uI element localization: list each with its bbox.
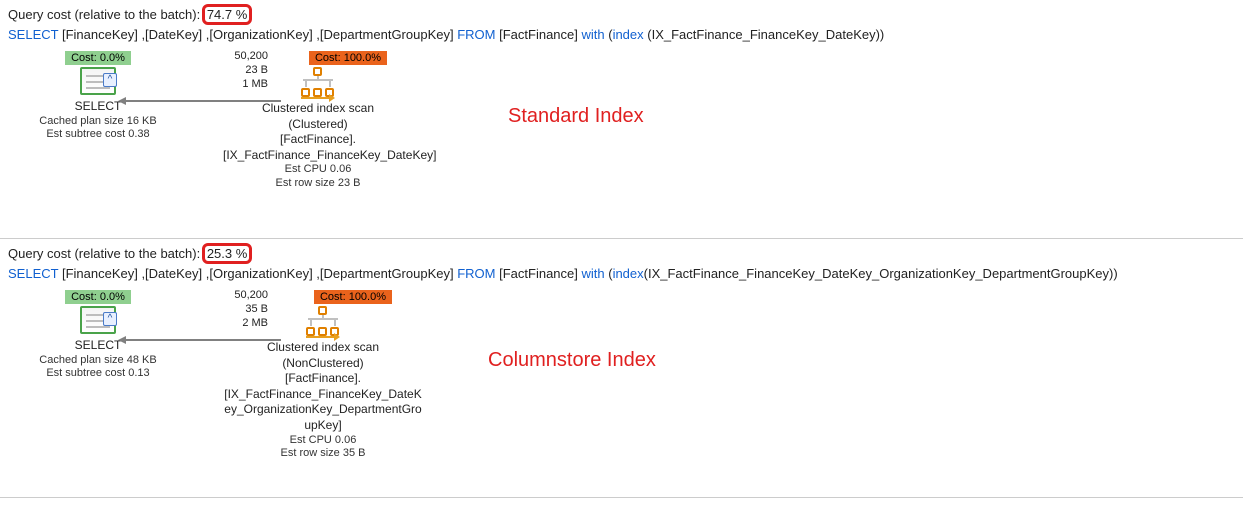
scan-caption-3: [FactFinance].: [223, 132, 413, 148]
collapse-toggle[interactable]: ^: [103, 73, 117, 87]
cached-plan-size: Cached plan size 48 KB: [38, 354, 158, 368]
sql-keyword-select: SELECT: [8, 27, 58, 42]
query-cost-value: 74.7 %: [207, 7, 247, 22]
operator-cost-pill: Cost: 0.0%: [65, 290, 131, 304]
scan-est-row-size: Est row size 35 B: [223, 447, 423, 461]
scan-caption-4: [IX_FactFinance_FinanceKey_DateKey]: [223, 148, 413, 164]
plan-diagram[interactable]: Cost: 0.0% SELECT Cached plan size 48 KB…: [8, 289, 1235, 489]
sql-keyword-select: SELECT: [8, 266, 58, 281]
sql-keyword-index: index: [613, 266, 644, 281]
query-cost-label: Query cost (relative to the batch):: [8, 7, 200, 22]
sql-table: [FactFinance]: [496, 27, 582, 42]
scan-caption-1: Clustered index scan: [223, 340, 423, 356]
est-subtree-cost: Est subtree cost 0.38: [38, 128, 158, 142]
query-cost-value: 25.3 %: [207, 246, 247, 261]
cached-plan-size: Cached plan size 16 KB: [38, 115, 158, 129]
collapse-toggle[interactable]: ^: [103, 312, 117, 326]
sql-statement: SELECT [FinanceKey] ,[DateKey] ,[Organiz…: [8, 266, 1235, 281]
scan-caption-2: (NonClustered): [223, 356, 423, 372]
operator-select[interactable]: Cost: 0.0% SELECT Cached plan size 16 KB…: [38, 50, 158, 142]
sql-columns: [FinanceKey] ,[DateKey] ,[OrganizationKe…: [58, 27, 457, 42]
index-scan-icon: [304, 306, 342, 336]
operator-select[interactable]: Cost: 0.0% SELECT Cached plan size 48 KB…: [38, 289, 158, 381]
sql-statement: SELECT [FinanceKey] ,[DateKey] ,[Organiz…: [8, 27, 1235, 42]
sql-keyword-from: FROM: [457, 266, 495, 281]
scan-est-cpu: Est CPU 0.06: [223, 163, 413, 177]
operator-cost-pill: Cost: 100.0%: [314, 290, 392, 304]
sql-keyword-from: FROM: [457, 27, 495, 42]
query-cost-highlight: 25.3 %: [202, 243, 252, 264]
scan-caption-1: Clustered index scan: [223, 101, 413, 117]
query-cost-line: Query cost (relative to the batch): 74.7…: [8, 4, 1235, 25]
annotation-label: Columnstore Index: [488, 349, 656, 372]
sql-keyword-with: with: [581, 27, 604, 42]
est-subtree-cost: Est subtree cost 0.13: [38, 367, 158, 381]
sql-index-hint: (IX_FactFinance_FinanceKey_DateKey)): [644, 27, 885, 42]
execution-plan-2: Query cost (relative to the batch): 25.3…: [0, 239, 1243, 498]
execution-plan-1: Query cost (relative to the batch): 74.7…: [0, 0, 1243, 239]
operator-index-scan[interactable]: Cost: 100.0% Clustered index scan (Clust…: [223, 50, 413, 191]
query-cost-highlight: 74.7 %: [202, 4, 252, 25]
sql-index-hint: (IX_FactFinance_FinanceKey_DateKey_Organ…: [644, 266, 1118, 281]
sql-keyword-index: index: [613, 27, 644, 42]
scan-est-cpu: Est CPU 0.06: [223, 434, 423, 448]
query-cost-line: Query cost (relative to the batch): 25.3…: [8, 243, 1235, 264]
annotation-label: Standard Index: [508, 105, 644, 128]
operator-cost-pill: Cost: 0.0%: [65, 51, 131, 65]
sql-keyword-with: with: [581, 266, 604, 281]
operator-cost-pill: Cost: 100.0%: [309, 51, 387, 65]
scan-est-row-size: Est row size 23 B: [223, 177, 413, 191]
sql-columns: [FinanceKey] ,[DateKey] ,[OrganizationKe…: [58, 266, 457, 281]
scan-caption-2: (Clustered): [223, 117, 413, 133]
index-scan-icon: [299, 67, 337, 97]
operator-index-scan[interactable]: Cost: 100.0% Clustered index scan (NonCl…: [223, 289, 423, 461]
plan-diagram[interactable]: Cost: 0.0% SELECT Cached plan size 16 KB…: [8, 50, 1235, 230]
sql-table: [FactFinance]: [496, 266, 582, 281]
scan-caption-4: [IX_FactFinance_FinanceKey_DateKey_Organ…: [223, 387, 423, 434]
sql-paren: (: [605, 266, 613, 281]
query-cost-label: Query cost (relative to the batch):: [8, 246, 200, 261]
sql-paren: (: [605, 27, 613, 42]
scan-caption-3: [FactFinance].: [223, 371, 423, 387]
